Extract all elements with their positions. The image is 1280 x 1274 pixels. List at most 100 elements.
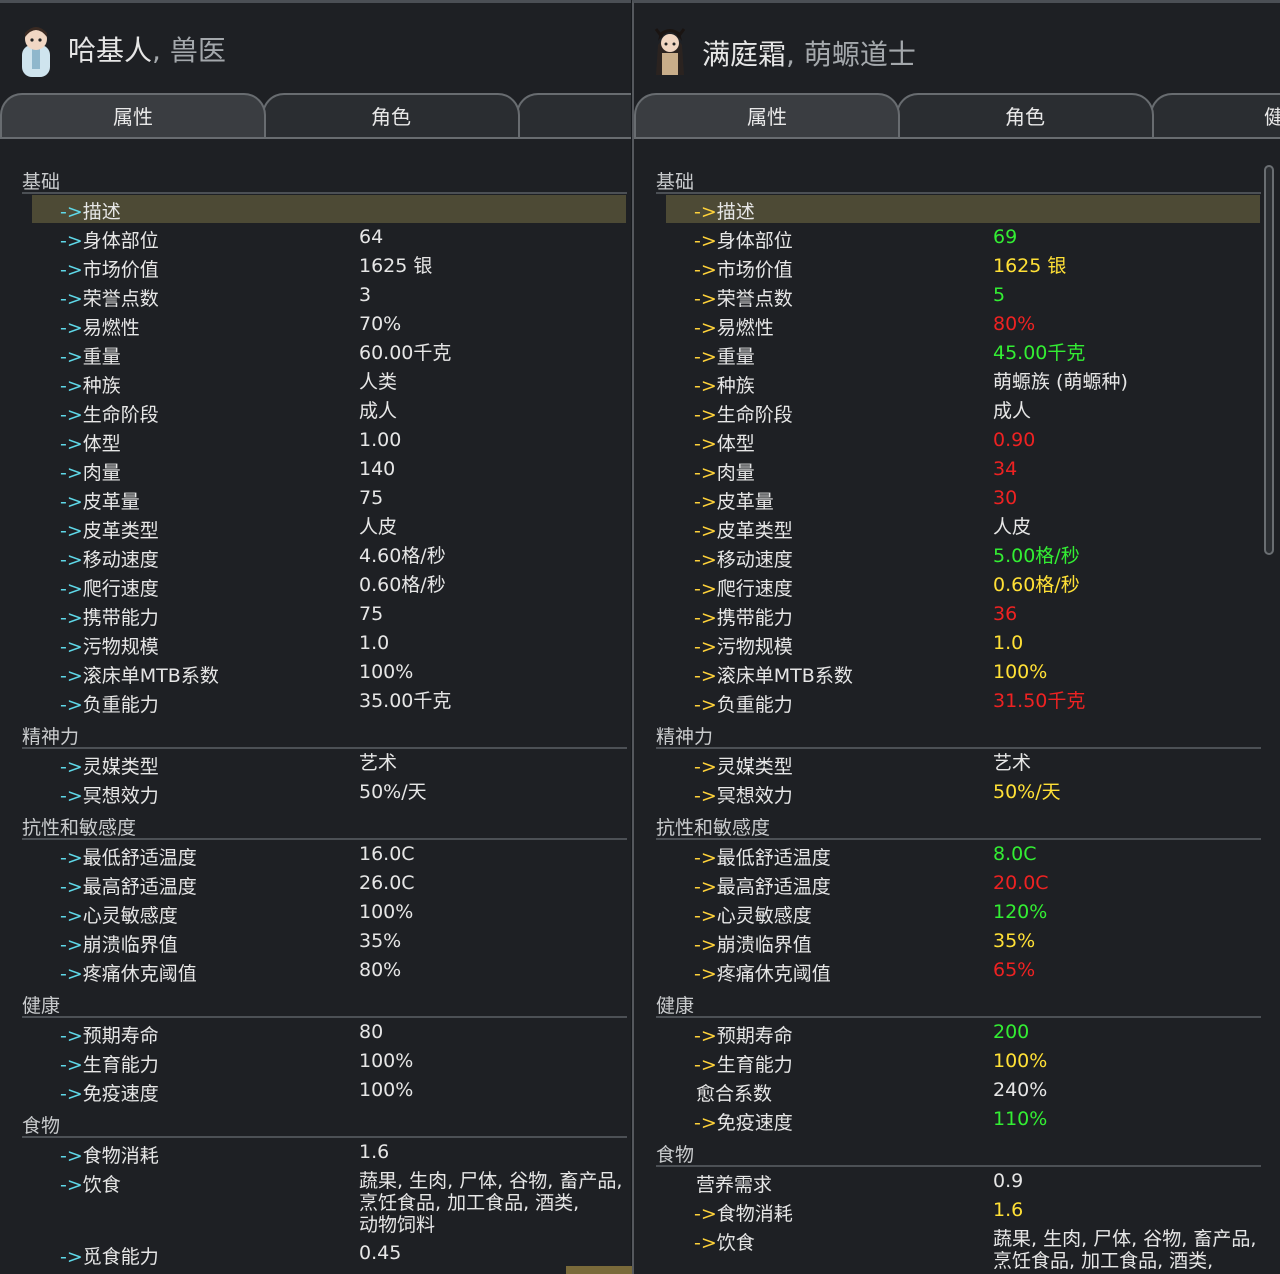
stat-row[interactable]: ->崩溃临界值 35% — [32, 928, 626, 956]
stat-label: ->爬行速度 — [694, 574, 793, 601]
stat-row[interactable]: ->滚床单MTB系数 100% — [666, 659, 1260, 687]
pawn-name: 哈基人 — [68, 34, 153, 67]
stat-row[interactable]: ->生命阶段 成人 — [32, 398, 626, 426]
stat-row[interactable]: ->饮食 蔬果, 生肉, 尸体, 谷物, 畜产品, 烹饪食品, 加工食品, 酒类, — [666, 1226, 1260, 1274]
stat-row[interactable]: ->灵媒类型 艺术 — [666, 750, 1260, 778]
stat-arrow: -> — [60, 665, 83, 687]
stat-value: 120% — [993, 901, 1048, 923]
stat-label: ->皮革类型 — [60, 516, 159, 543]
stat-row[interactable]: ->荣誉点数 3 — [32, 282, 626, 310]
stat-row[interactable]: ->皮革量 30 — [666, 485, 1260, 513]
stat-row[interactable]: ->食物消耗 1.6 — [666, 1197, 1260, 1225]
stat-label-text: 移动速度 — [716, 549, 793, 571]
stat-row[interactable]: ->皮革类型 人皮 — [666, 514, 1260, 542]
stat-label-text: 荣誉点数 — [82, 288, 159, 310]
stat-row[interactable]: ->移动速度 4.60格/秒 — [32, 543, 626, 571]
stat-row[interactable]: ->最高舒适温度 20.0C — [666, 870, 1260, 898]
tab-role[interactable]: 角色 — [262, 93, 520, 137]
stat-row[interactable]: ->体型 1.00 — [32, 427, 626, 455]
stat-row[interactable]: ->皮革类型 人皮 — [32, 514, 626, 542]
pawn-title: 满庭霜, 萌螈道士 — [702, 38, 916, 71]
stat-row[interactable]: 愈合系数 240% — [666, 1077, 1260, 1105]
stat-row[interactable]: ->爬行速度 0.60格/秒 — [666, 572, 1260, 600]
stat-row[interactable]: ->最高舒适温度 26.0C — [32, 870, 626, 898]
stat-row[interactable]: ->肉量 140 — [32, 456, 626, 484]
stat-label: 营养需求 — [696, 1170, 772, 1197]
stat-row[interactable]: ->种族 萌螈族 (萌螈种) — [666, 369, 1260, 397]
stat-row[interactable]: ->描述 — [666, 195, 1260, 223]
stat-value: 1.6 — [359, 1141, 390, 1163]
stats-list[interactable]: 基础 ->描述 ->身体部位 69 ->市场价值 1625 银 ->荣誉点数 5 ->易燃性 80… — [634, 139, 1280, 1274]
stat-row[interactable]: ->冥想效力 50%/天 — [666, 779, 1260, 807]
stat-value: 3 — [359, 284, 372, 306]
stat-row[interactable]: ->疼痛休克阈值 65% — [666, 957, 1260, 985]
stat-row[interactable]: ->最低舒适温度 8.0C — [666, 841, 1260, 869]
stat-row[interactable]: ->皮革量 75 — [32, 485, 626, 513]
stat-row[interactable]: ->心灵敏感度 100% — [32, 899, 626, 927]
section-title: 精神力 — [656, 726, 714, 748]
stat-label-text: 污物规模 — [716, 636, 793, 658]
stat-row[interactable]: 营养需求 0.9 — [666, 1168, 1260, 1196]
stat-label-text: 营养需求 — [696, 1174, 773, 1196]
stat-row[interactable]: ->食物消耗 1.6 — [32, 1139, 626, 1167]
stat-row[interactable]: ->预期寿命 80 — [32, 1019, 626, 1047]
stat-row[interactable]: ->免疫速度 110% — [666, 1106, 1260, 1134]
stat-row[interactable]: ->觅食能力 0.45 — [32, 1240, 626, 1268]
stat-row[interactable]: ->免疫速度 100% — [32, 1077, 626, 1105]
stat-row[interactable]: ->滚床单MTB系数 100% — [32, 659, 626, 687]
pawn-portrait-icon[interactable] — [16, 23, 56, 79]
stat-value: 65% — [993, 959, 1036, 981]
stat-row[interactable]: ->移动速度 5.00格/秒 — [666, 543, 1260, 571]
stat-row[interactable]: ->冥想效力 50%/天 — [32, 779, 626, 807]
section-divider — [22, 838, 627, 840]
stat-row[interactable]: ->污物规模 1.0 — [32, 630, 626, 658]
tab-health[interactable]: 健 — [1150, 93, 1280, 137]
stat-label: ->预期寿命 — [694, 1021, 793, 1048]
tab-role[interactable]: 角色 — [896, 93, 1154, 137]
stat-row[interactable]: ->灵媒类型 艺术 — [32, 750, 626, 778]
stat-label: ->负重能力 — [694, 690, 793, 717]
stat-row[interactable]: ->荣誉点数 5 — [666, 282, 1260, 310]
stat-row[interactable]: ->饮食 蔬果, 生肉, 尸体, 谷物, 畜产品, 烹饪食品, 加工食品, 酒类,… — [32, 1168, 626, 1239]
stat-row[interactable]: ->最低舒适温度 16.0C — [32, 841, 626, 869]
stat-row[interactable]: ->预期寿命 200 — [666, 1019, 1260, 1047]
stat-row[interactable]: ->生育能力 100% — [32, 1048, 626, 1076]
stat-row[interactable]: ->种族 人类 — [32, 369, 626, 397]
stat-row[interactable]: ->携带能力 36 — [666, 601, 1260, 629]
stat-row[interactable]: ->污物规模 1.0 — [666, 630, 1260, 658]
stat-row[interactable]: ->身体部位 64 — [32, 224, 626, 252]
stat-row[interactable]: ->携带能力 75 — [32, 601, 626, 629]
stat-row[interactable]: ->负重能力 31.50千克 — [666, 688, 1260, 716]
stat-row[interactable]: ->易燃性 70% — [32, 311, 626, 339]
scrollbar-thumb[interactable] — [1264, 165, 1274, 555]
tab-third[interactable] — [516, 93, 631, 137]
stat-row[interactable]: ->生命阶段 成人 — [666, 398, 1260, 426]
stat-row[interactable]: ->描述 — [32, 195, 626, 223]
stats-list[interactable]: 基础 ->描述 ->身体部位 64 ->市场价值 1625 银 ->荣誉点数 3 ->易燃性 70… — [0, 139, 631, 1274]
stat-row[interactable]: ->重量 45.00千克 — [666, 340, 1260, 368]
tab-stats[interactable]: 属性 — [0, 93, 266, 139]
stat-row[interactable]: ->体型 0.90 — [666, 427, 1260, 455]
stat-row[interactable]: ->市场价值 1625 银 — [32, 253, 626, 281]
stat-row[interactable]: ->爬行速度 0.60格/秒 — [32, 572, 626, 600]
pawn-portrait-icon[interactable] — [650, 23, 690, 79]
stat-row[interactable]: ->负重能力 35.00千克 — [32, 688, 626, 716]
stat-label-text: 饮食 — [82, 1174, 121, 1196]
stat-row[interactable]: ->易燃性 80% — [666, 311, 1260, 339]
stat-row[interactable]: ->崩溃临界值 35% — [666, 928, 1260, 956]
stat-value: 蔬果, 生肉, 尸体, 谷物, 畜产品, 烹饪食品, 加工食品, 酒类, 动物饲… — [359, 1170, 623, 1236]
stat-row[interactable]: ->肉量 34 — [666, 456, 1260, 484]
stat-value: 8.0C — [993, 843, 1037, 865]
stat-row[interactable]: ->心灵敏感度 120% — [666, 899, 1260, 927]
stat-row[interactable]: ->市场价值 1625 银 — [666, 253, 1260, 281]
stat-arrow: -> — [60, 905, 83, 927]
stat-row[interactable]: ->生育能力 100% — [666, 1048, 1260, 1076]
stat-label: ->生育能力 — [694, 1050, 793, 1077]
stat-value: 4.60格/秒 — [359, 545, 446, 567]
stat-label: ->污物规模 — [60, 632, 159, 659]
stat-row[interactable]: ->重量 60.00千克 — [32, 340, 626, 368]
stat-label: ->滚床单MTB系数 — [60, 661, 219, 688]
stat-row[interactable]: ->疼痛休克阈值 80% — [32, 957, 626, 985]
stat-row[interactable]: ->身体部位 69 — [666, 224, 1260, 252]
tab-stats[interactable]: 属性 — [634, 93, 900, 139]
